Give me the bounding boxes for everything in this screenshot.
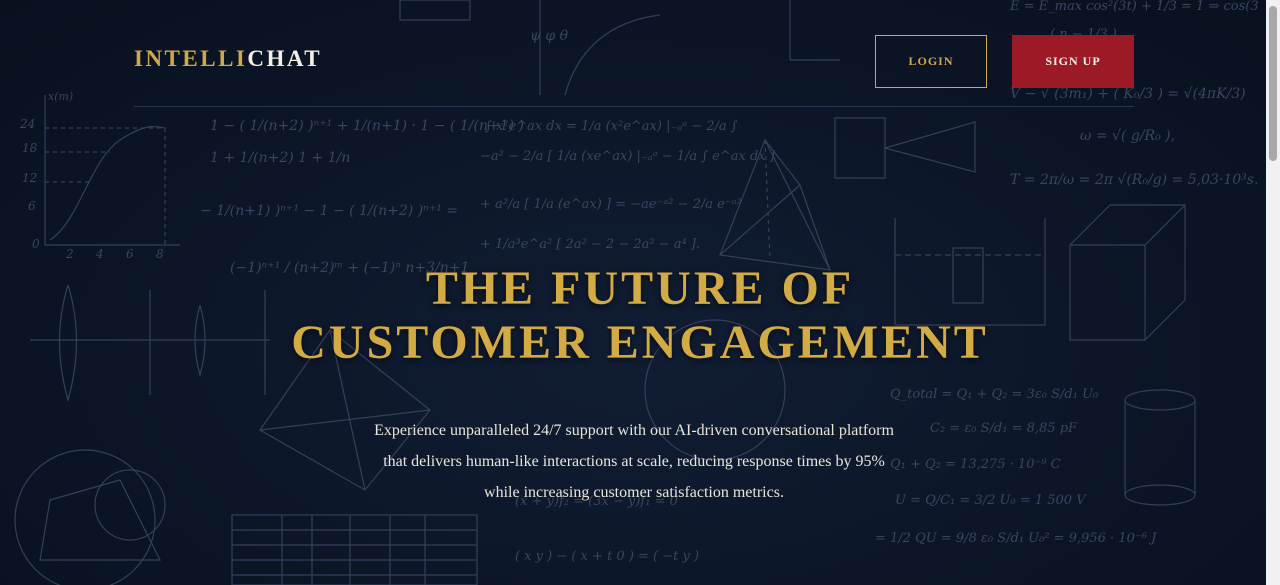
svg-text:T = 2π/ω = 2π √(R₀/g) = 5,03·1: T = 2π/ω = 2π √(R₀/g) = 5,03·10³s. [1010,172,1258,188]
site-header: INTELLICHAT LOGIN SIGN UP [134,0,1134,107]
hero-title: THE FUTURE OF CUSTOMER ENGAGEMENT [0,262,1280,370]
svg-text:∫ x²e^ax dx = 1/a (x²e^ax) |₋ₐ: ∫ x²e^ax dx = 1/a (x²e^ax) |₋ₐᵃ − 2/a ∫ [485,119,738,134]
svg-text:+ a²/a [ 1/a (e^ax) ] = −ae⁻ᵃ²: + a²/a [ 1/a (e^ax) ] = −ae⁻ᵃ² − 2/a e⁻ᵃ… [480,197,742,212]
svg-text:6: 6 [126,247,134,261]
svg-text:24: 24 [19,117,35,131]
svg-text:8: 8 [156,247,164,261]
svg-text:C₂ = ε₀ S/d₁ = 8,85 pF: C₂ = ε₀ S/d₁ = 8,85 pF [930,421,1078,436]
hero-subtitle-line-2: that delivers human-like interactions at… [383,453,885,470]
hero-subtitle-line-1: Experience unparalleled 24/7 support wit… [374,422,894,439]
svg-text:6: 6 [28,199,36,213]
svg-text:− 1/(n+1) )ⁿ⁺¹ − 1 − ( 1/(n+2): − 1/(n+1) )ⁿ⁺¹ − 1 − ( 1/(n+2) )ⁿ⁺¹ = [200,203,458,219]
svg-text:x(m): x(m) [48,90,73,103]
hero-title-line-2: CUSTOMER ENGAGEMENT [291,316,989,369]
graph-sketch: 24 18 12 6 0 2 4 6 8 x(m) [19,90,180,261]
cylinder-sketch [1124,389,1196,506]
svg-text:ω = √( g/R₀ ),: ω = √( g/R₀ ), [1080,128,1175,144]
logo-text-chat: CHAT [247,46,323,71]
pyramid-sketch [719,138,832,271]
hero-subtitle: Experience unparalleled 24/7 support wit… [340,415,928,508]
svg-text:2: 2 [65,247,74,261]
table-sketch [231,514,478,585]
scrollbar-thumb[interactable] [1269,6,1277,161]
login-button[interactable]: LOGIN [875,35,987,88]
svg-text:+ 1/a³e^a² [ 2a² − 2 − 2a² − a: + 1/a³e^a² [ 2a² − 2 − 2a² − a⁴ ]. [480,237,700,252]
landing-page: 24 18 12 6 0 2 4 6 8 x(m) 1 − ( 1/(n+2) … [0,0,1280,585]
signup-button[interactable]: SIGN UP [1012,35,1134,88]
svg-text:−a² − 2/a [ 1/a (xe^ax) |₋ₐᵃ −: −a² − 2/a [ 1/a (xe^ax) |₋ₐᵃ − 1/a ∫ e^a… [480,149,776,164]
svg-text:( x y ) − ( x + t 0 ) = ( −: ( x y ) − ( x + t 0 ) = ( −t y ) [515,549,699,564]
svg-text:Q_total = Q₁ + Q₂ = 3ε₀ S/d₁ U: Q_total = Q₁ + Q₂ = 3ε₀ S/d₁ U₀ [890,387,1099,402]
svg-text:12: 12 [22,171,37,185]
spring-sketch [834,117,976,179]
scrollbar[interactable] [1266,0,1280,585]
logo[interactable]: INTELLICHAT [134,47,322,70]
hero-subtitle-line-3: while increasing customer satisfaction m… [484,484,784,501]
svg-text:1 − ( 1/(n+2) )ⁿ⁺¹ + 1/(n+1): 1 − ( 1/(n+2) )ⁿ⁺¹ + 1/(n+1) · 1 − ( 1/(… [210,118,524,134]
hero-title-line-1: THE FUTURE OF [425,262,855,315]
svg-text:18: 18 [22,141,38,155]
svg-text:1 + 1/(n+2): 1 + 1/(n+2) 1 + 1/n [210,150,350,166]
svg-text:= 1/2 QU = 9/8 ε₀ S/d₁ U₀² = 9: = 1/2 QU = 9/8 ε₀ S/d₁ U₀² = 9,956 · 10⁻… [875,531,1157,546]
svg-text:4: 4 [95,247,104,261]
logo-text-intelli: INTELLI [134,46,248,71]
svg-text:0: 0 [32,237,40,251]
